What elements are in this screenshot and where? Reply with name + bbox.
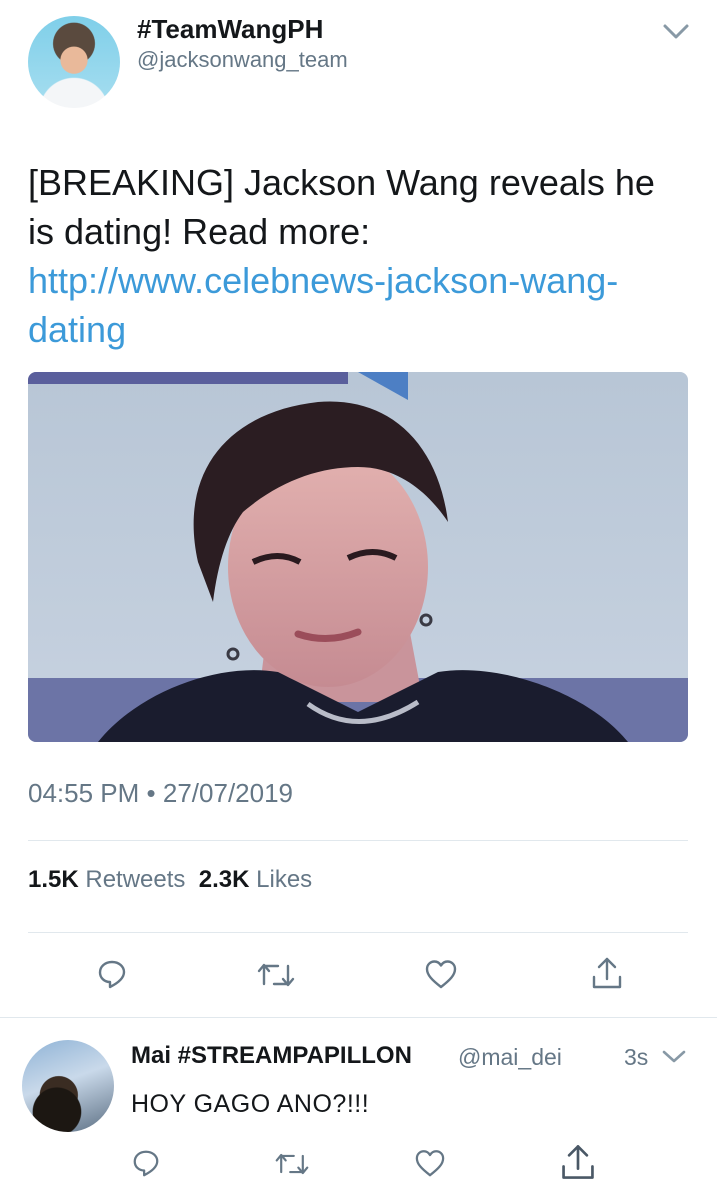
- author-handle[interactable]: @jacksonwang_team: [137, 47, 348, 73]
- share-icon[interactable]: [558, 1142, 598, 1182]
- reply-text: HOY GAGO ANO?!!!: [131, 1090, 370, 1118]
- reply-author-handle[interactable]: @mai_dei: [458, 1044, 562, 1071]
- divider: [28, 932, 688, 933]
- retweets-count: 1.5K: [28, 866, 79, 893]
- chevron-down-icon[interactable]: [662, 22, 690, 42]
- retweets-label: Retweets: [85, 866, 186, 893]
- tweet-stats: 1.5K Retweets 2.3K Likes: [28, 866, 312, 894]
- reply-author-display-name[interactable]: Mai #STREAMPAPILLON: [131, 1042, 412, 1070]
- tweet-link[interactable]: http://www.celebnews-jackson-wang-dating: [28, 260, 618, 350]
- tweet-timestamp: 04:55 PM • 27/07/2019: [28, 778, 293, 809]
- likes-label: Likes: [256, 866, 313, 893]
- divider: [28, 840, 688, 841]
- likes-stat[interactable]: 2.3K Likes: [199, 866, 312, 893]
- reply-icon[interactable]: [96, 958, 128, 990]
- likes-count: 2.3K: [198, 866, 250, 893]
- tweet-body-text: [BREAKING] Jackson Wang reveals he is da…: [28, 162, 655, 252]
- tweet-date: 27/07/2019: [162, 778, 294, 808]
- reply-author-avatar[interactable]: [22, 1040, 114, 1132]
- tweet-separator: [0, 1017, 717, 1018]
- chevron-down-icon[interactable]: [660, 1048, 688, 1066]
- retweets-stat[interactable]: 1.5K Retweets: [28, 866, 185, 893]
- reply-icon[interactable]: [131, 1148, 161, 1178]
- retweet-icon[interactable]: [274, 1150, 310, 1178]
- author-display-name[interactable]: #TeamWangPH: [137, 14, 323, 45]
- tweet-media-image[interactable]: [28, 372, 688, 742]
- author-avatar[interactable]: [28, 16, 120, 108]
- tweet-text: [BREAKING] Jackson Wang reveals he is da…: [28, 158, 678, 354]
- tweet-time: 04:55 PM: [28, 778, 140, 808]
- timestamp-separator: •: [146, 778, 156, 808]
- like-icon[interactable]: [414, 1148, 446, 1178]
- like-icon[interactable]: [424, 958, 458, 990]
- share-icon[interactable]: [590, 955, 624, 991]
- reply-age: 3s: [624, 1044, 649, 1070]
- retweet-icon[interactable]: [256, 960, 296, 990]
